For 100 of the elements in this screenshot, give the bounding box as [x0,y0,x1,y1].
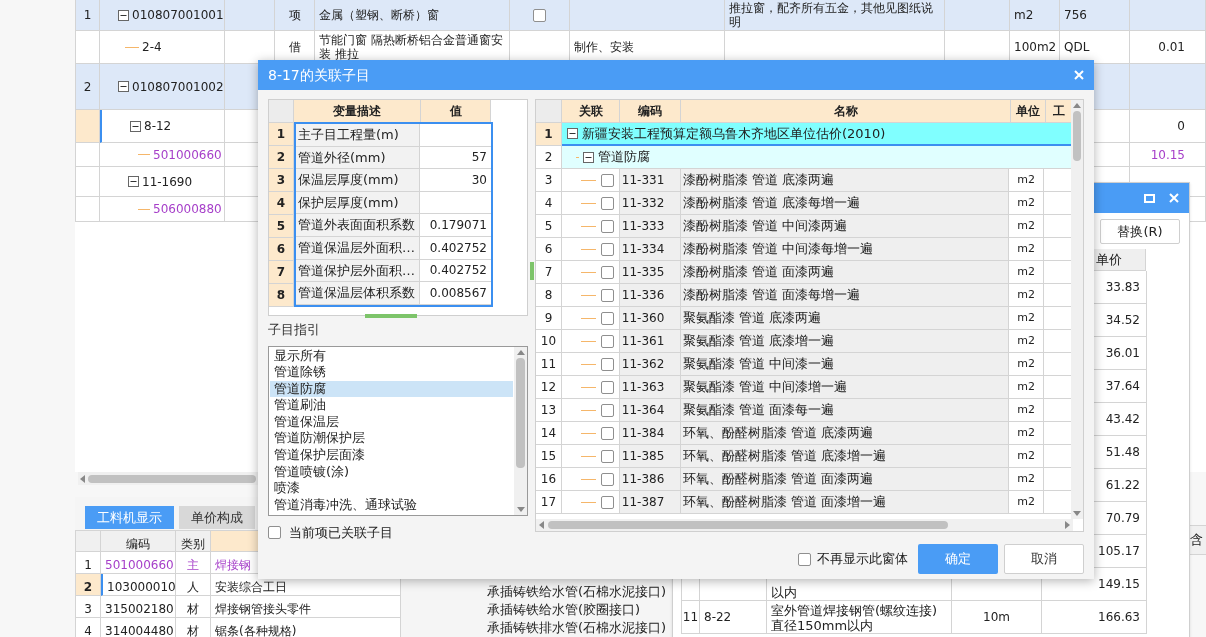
checkbox[interactable] [601,311,614,325]
scrollbar[interactable] [514,346,527,515]
close-icon[interactable] [1074,70,1084,80]
unit-text: m2 [1009,215,1045,238]
guide-item[interactable]: 管道刷油 [270,397,513,414]
material-name: 承插铸铁排水管(石棉水泥接口) [487,619,667,637]
variable-name: 管道保温层体积系数 [296,282,420,305]
collapse-icon[interactable] [567,128,578,139]
checkbox[interactable] [601,173,614,187]
code-text: 11-331 [619,169,681,192]
code-text: 314004480 [105,623,174,637]
checkbox[interactable] [601,472,614,486]
unit-text: m2 [1009,468,1045,491]
splitter-handle[interactable] [365,314,417,318]
tree-line [581,225,596,227]
code-text: 11-384 [619,422,681,445]
checkbox-label: 不再显示此窗体 [817,550,908,569]
collapse-icon[interactable] [583,151,594,163]
replace-button[interactable]: 替换(R) [1100,219,1180,244]
checkbox[interactable] [601,380,614,394]
value-text: 10.15 [1150,146,1185,164]
category-text: 人 [187,579,199,595]
checkbox[interactable] [601,403,614,417]
guide-item[interactable]: 显示所有 [270,347,513,365]
guide-item[interactable]: 管道喷镀(涂) [270,463,513,481]
guide-item[interactable]: 管道保温层 [270,413,513,431]
scroll-left-icon[interactable] [80,474,85,483]
guide-item[interactable]: 管道消毒冲洗、通球试验 [270,496,513,514]
checkbox[interactable] [601,357,614,371]
scrollbar[interactable] [1071,100,1083,520]
collapse-icon[interactable] [118,9,129,21]
scrollbar[interactable] [78,472,258,485]
checkbox[interactable] [601,265,614,279]
checkbox[interactable] [268,525,281,539]
row-number: 16 [536,468,562,491]
splitter-handle[interactable] [529,262,534,280]
guide-item[interactable]: 管道除锈 [270,364,513,381]
tree-row[interactable]: 管道防腐 [562,146,1072,169]
code-text: 315002180 [105,601,174,617]
row-number: 5 [269,215,294,238]
maximize-icon[interactable] [1144,193,1155,203]
price-text: 70.79 [1105,510,1140,527]
checkbox[interactable] [601,426,614,440]
row-number: 2 [83,78,92,96]
checkbox[interactable] [601,495,614,509]
collapse-icon[interactable] [128,176,139,187]
code-text: 11-333 [619,215,681,238]
category-text: 材 [187,623,199,637]
value-text: 0.01 [1158,39,1185,56]
unit-text: m2 [1009,261,1045,284]
checkbox[interactable] [601,449,614,463]
row-number: 1 [83,7,92,24]
guide-item[interactable]: 管道防腐 [270,380,513,398]
code-text: 11-1690 [142,173,193,191]
scroll-up-icon[interactable] [516,349,525,355]
row-number: 11 [536,353,562,376]
guide-item[interactable]: 喷漆 [270,480,513,497]
guide-item[interactable]: 管道防潮保护层 [270,430,513,448]
collapse-icon[interactable] [118,81,129,92]
code-text: 506000880 [153,201,222,218]
scroll-down-icon[interactable] [516,506,525,512]
checkbox[interactable] [533,8,546,22]
checkbox[interactable] [601,334,614,348]
guide-item[interactable]: 管道保护层面漆 [270,447,513,464]
checkbox[interactable] [601,196,614,210]
row-number: 12 [536,376,562,399]
code-text: 010807001002 [132,78,224,96]
scrollbar[interactable] [536,519,1073,531]
scroll-down-icon[interactable] [1073,511,1081,517]
collapse-icon[interactable] [130,120,141,132]
row-number: 5 [536,215,562,238]
code-text: 11-386 [619,468,681,491]
variable-name: 管道保温层外面积… [296,236,420,260]
close-icon[interactable] [1169,193,1179,203]
scroll-thumb[interactable] [516,357,525,468]
code-text: 11-336 [619,284,681,307]
variable-name: 管道外表面面积系数 [296,214,420,237]
scroll-left-icon[interactable] [539,521,544,529]
tree-line [581,478,596,480]
cancel-button[interactable]: 取消 [1004,544,1084,574]
tab[interactable]: 单价构成 [179,506,255,529]
price-text: 36.01 [1105,345,1140,362]
scroll-up-icon[interactable] [1073,103,1081,108]
checkbox[interactable] [601,219,614,233]
tree-line [581,294,596,296]
tree-row[interactable]: 新疆安装工程预算定额乌鲁木齐地区单位估价(2010) [562,123,1072,146]
checkbox[interactable] [601,288,614,302]
price-text: 43.42 [1105,411,1140,428]
scroll-thumb[interactable] [1073,111,1081,161]
row-number: 6 [536,238,562,261]
name-text: 锯条(各种规格) [215,623,297,637]
scroll-thumb[interactable] [548,521,948,529]
tree-line [138,154,150,155]
checkbox[interactable] [601,242,614,256]
item-name: 聚氨酯漆 管道 中间漆增一遍 [680,376,1010,399]
description-text: 推拉窗，配齐所有五金，其他见图纸说明 [729,1,934,29]
variable-name: 管道外径(mm) [296,146,420,170]
scroll-thumb[interactable] [88,474,256,483]
checkbox[interactable] [798,552,811,566]
scroll-right-icon[interactable] [1065,521,1070,529]
